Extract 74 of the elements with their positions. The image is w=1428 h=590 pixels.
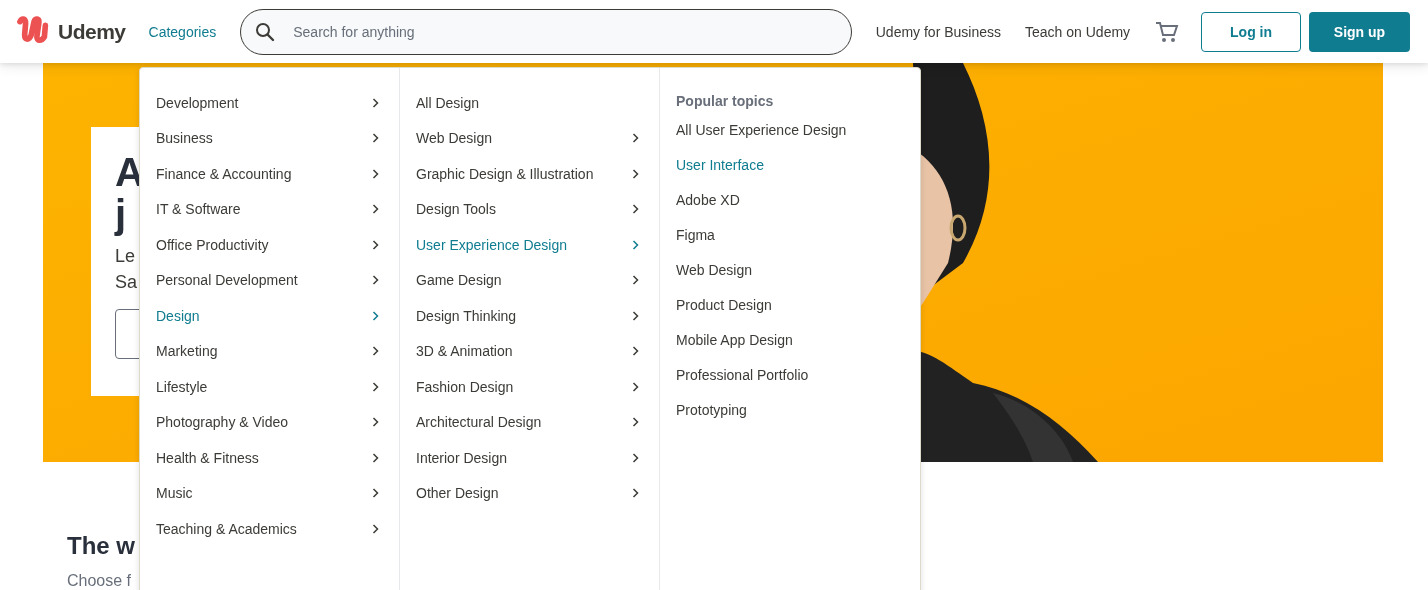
topic-link[interactable]: Figma (660, 218, 920, 253)
chevron-icon (372, 346, 379, 357)
popular-topics-heading: Popular topics (675, 92, 775, 111)
login-button[interactable]: Log in (1201, 11, 1302, 52)
nav-link[interactable]: Udemy for Business (875, 23, 1002, 40)
chevron-icon (372, 239, 379, 250)
chevron-icon (632, 133, 639, 144)
chevron-icon (632, 452, 639, 463)
category-item[interactable]: Development (140, 85, 399, 121)
chevron-icon (372, 310, 379, 321)
categories-link[interactable]: Categories (148, 23, 217, 40)
topic-link[interactable]: User Interface (660, 148, 920, 183)
chevron-icon (372, 168, 379, 179)
chevron-icon (632, 310, 639, 321)
category-item[interactable]: IT & Software (140, 191, 399, 227)
subcategory-item[interactable]: All Design (400, 85, 659, 121)
category-item[interactable]: Health & Fitness (140, 440, 399, 476)
chevron-icon (372, 381, 379, 392)
chevron-icon (632, 417, 639, 428)
chevron-icon (372, 523, 379, 534)
chevron-icon (632, 239, 639, 250)
category-item[interactable]: Personal Development (140, 262, 399, 298)
chevron-icon (372, 452, 379, 463)
subcategory-item[interactable]: Architectural Design (400, 404, 659, 440)
hero-heading: j (115, 193, 127, 235)
chevron-icon (632, 488, 639, 499)
category-item[interactable]: Finance & Accounting (140, 156, 399, 192)
subcategory-item[interactable]: Interior Design (400, 440, 659, 476)
category-item[interactable]: Lifestyle (140, 369, 399, 405)
section-subtitle: Choose f (67, 572, 132, 590)
subcategory-item[interactable]: Graphic Design & Illustration (400, 156, 659, 192)
udemy-logo[interactable]: Udemy (16, 15, 126, 48)
cart-icon[interactable] (1155, 20, 1180, 43)
logo-text: Udemy (58, 19, 126, 44)
subcategory-item[interactable]: Other Design (400, 475, 659, 511)
chevron-icon (632, 381, 639, 392)
hero-text: Le (115, 245, 136, 268)
topic-link[interactable]: All User Experience Design (660, 113, 920, 148)
topic-link[interactable]: Mobile App Design (660, 323, 920, 358)
nav-link[interactable]: Teach on Udemy (1025, 23, 1131, 40)
subcategory-item[interactable]: User Experience Design (400, 227, 659, 263)
subcategory-item[interactable]: Design Thinking (400, 298, 659, 334)
category-item[interactable]: Office Productivity (140, 227, 399, 263)
category-item[interactable]: Marketing (140, 333, 399, 369)
category-item[interactable]: Teaching & Academics (140, 511, 399, 547)
chevron-icon (372, 488, 379, 499)
topic-link[interactable]: Product Design (660, 288, 920, 323)
hero-text: Sa (115, 271, 138, 294)
chevron-icon (372, 204, 379, 215)
subcategory-item[interactable]: Design Tools (400, 191, 659, 227)
chevron-icon (632, 275, 639, 286)
topic-link[interactable]: Web Design (660, 253, 920, 288)
chevron-icon (372, 417, 379, 428)
category-item[interactable]: Photography & Video (140, 404, 399, 440)
subcategory-item[interactable]: Game Design (400, 262, 659, 298)
category-item[interactable]: Design (140, 298, 399, 334)
chevron-icon (632, 204, 639, 215)
signup-button[interactable]: Sign up (1309, 11, 1410, 52)
topic-link[interactable]: Professional Portfolio (660, 358, 920, 393)
chevron-icon (372, 275, 379, 286)
chevron-icon (632, 168, 639, 179)
chevron-icon (372, 97, 379, 108)
category-item[interactable]: Music (140, 475, 399, 511)
category-item[interactable]: Business (140, 120, 399, 156)
chevron-icon (632, 346, 639, 357)
topic-link[interactable]: Adobe XD (660, 183, 920, 218)
search-icon (255, 21, 276, 42)
section-title: The w (67, 532, 135, 560)
topic-link[interactable]: Prototyping (660, 393, 920, 428)
search-field[interactable]: Search for anything (240, 8, 852, 55)
subcategory-item[interactable]: Fashion Design (400, 369, 659, 405)
chevron-icon (372, 133, 379, 144)
subcategory-item[interactable]: 3D & Animation (400, 333, 659, 369)
subcategory-item[interactable]: Web Design (400, 120, 659, 156)
